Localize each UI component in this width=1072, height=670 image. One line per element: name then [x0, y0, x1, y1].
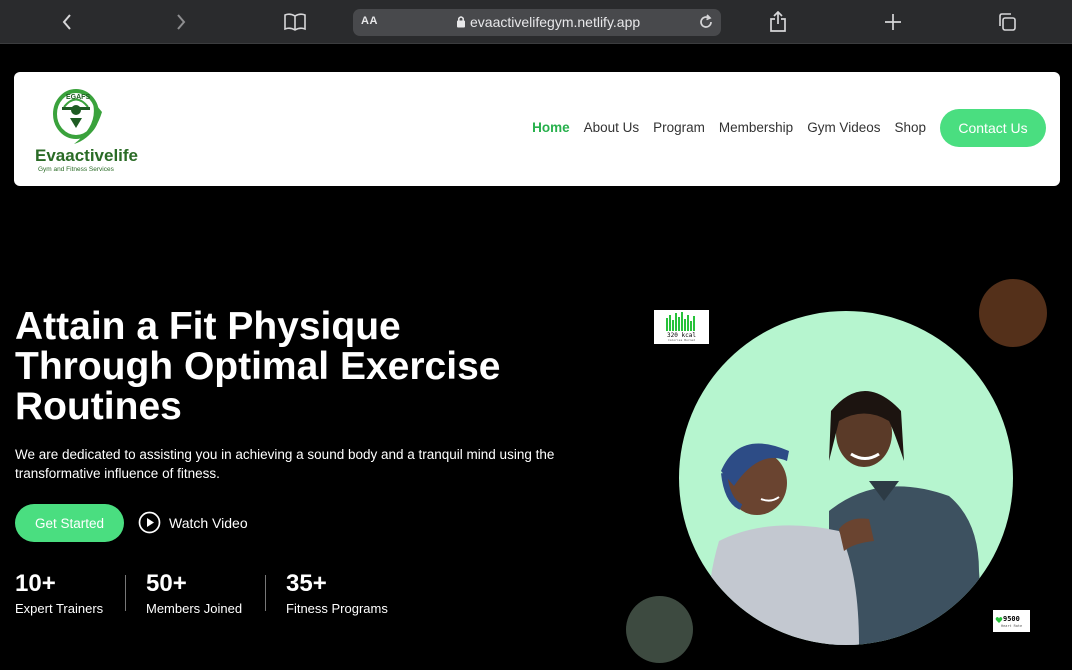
- stat-divider: [125, 575, 126, 611]
- calories-label: Calories Burned: [667, 338, 696, 342]
- address-bar[interactable]: AA evaactivelifegym.netlify.app: [353, 9, 721, 36]
- heart-rate-card: 9500 Heart Rate: [993, 610, 1030, 632]
- brand-logo[interactable]: EGAFS Evaactivelife Gym and Fitness Serv…: [34, 82, 144, 178]
- heart-rate-value: 9500: [1003, 615, 1020, 623]
- hero-title-line: Attain a Fit Physique: [15, 305, 401, 348]
- heart-rate-label: Heart Rate: [1001, 624, 1023, 628]
- logo-tagline: Gym and Fitness Services: [38, 166, 115, 173]
- logo-top-text: EGAFS: [66, 94, 90, 101]
- decorative-circle-gray: [626, 596, 693, 663]
- new-tab-icon[interactable]: [881, 10, 905, 34]
- reload-icon[interactable]: [697, 13, 715, 34]
- nav-link-membership[interactable]: Membership: [719, 120, 793, 135]
- hero-title-line: Through Optimal Exercise: [15, 345, 501, 388]
- get-started-button[interactable]: Get Started: [15, 504, 124, 542]
- lock-icon: [456, 15, 466, 31]
- contact-us-button[interactable]: Contact Us: [940, 109, 1046, 147]
- stat-programs: 35+ Fitness Programs: [286, 570, 388, 617]
- nav-link-shop[interactable]: Shop: [894, 120, 926, 135]
- stat-trainers: 10+ Expert Trainers: [15, 570, 104, 617]
- nav-link-about[interactable]: About Us: [584, 120, 640, 135]
- navbar: EGAFS Evaactivelife Gym and Fitness Serv…: [14, 72, 1060, 186]
- forward-icon[interactable]: [169, 10, 193, 34]
- nav-link-gym-videos[interactable]: Gym Videos: [807, 120, 880, 135]
- text-size-button[interactable]: AA: [361, 15, 378, 27]
- back-icon[interactable]: [55, 10, 79, 34]
- browser-toolbar: AA evaactivelifegym.netlify.app: [0, 0, 1072, 44]
- nav-links: Home About Us Program Membership Gym Vid…: [532, 120, 926, 135]
- stat-members: 50+ Members Joined: [146, 570, 243, 617]
- nav-link-program[interactable]: Program: [653, 120, 705, 135]
- watch-video-label: Watch Video: [169, 514, 248, 531]
- hero-title: Attain a Fit Physique Through Optimal Ex…: [15, 307, 615, 427]
- stat-number: 50+: [146, 570, 187, 597]
- hero-subtitle: We are dedicated to assisting you in ach…: [15, 447, 555, 481]
- watch-video-button[interactable]: Watch Video: [138, 511, 248, 534]
- decorative-circle-brown: [979, 279, 1047, 347]
- hero-trainers-image: [679, 311, 1013, 645]
- stat-label: Expert Trainers: [15, 601, 104, 616]
- page-content: EGAFS Evaactivelife Gym and Fitness Serv…: [0, 45, 1072, 670]
- calories-card: 320 kcal Calories Burned: [654, 310, 709, 344]
- stat-label: Members Joined: [146, 601, 243, 616]
- bar-graph-icon: [666, 312, 695, 331]
- stat-number: 10+: [15, 570, 56, 597]
- heart-icon: [995, 617, 1003, 623]
- tabs-overview-icon[interactable]: [995, 10, 1019, 34]
- play-circle-icon: [138, 511, 161, 534]
- stat-number: 35+: [286, 570, 327, 597]
- share-icon[interactable]: [766, 10, 790, 34]
- stat-label: Fitness Programs: [286, 601, 388, 616]
- url-text: evaactivelifegym.netlify.app: [470, 14, 641, 30]
- nav-link-home[interactable]: Home: [532, 120, 570, 135]
- logo-brand-text: Evaactivelife: [35, 146, 138, 165]
- hero-title-line: Routines: [15, 385, 182, 428]
- stat-divider: [265, 575, 266, 611]
- reader-book-icon[interactable]: [283, 10, 307, 34]
